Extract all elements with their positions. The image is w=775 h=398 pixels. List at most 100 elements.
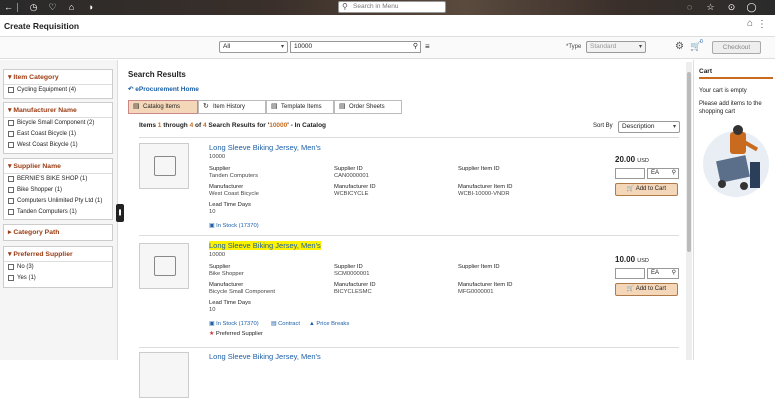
in-stock-link[interactable]: ▣ In Stock (17370)	[209, 223, 259, 229]
product-image[interactable]	[139, 143, 189, 189]
facet-option[interactable]: West Coast Bicycle (1)	[4, 140, 112, 151]
facet-option[interactable]: East Coast Bicycle (1)	[4, 129, 112, 140]
search-results-panel: Search Results ↶ eProcurement Home ▤ Cata…	[125, 60, 687, 398]
checkbox[interactable]	[8, 142, 14, 148]
supplier-value: Bike Shopper	[209, 271, 244, 277]
settings-icon[interactable]: ⚙	[675, 41, 684, 52]
favorites-icon[interactable]: ♡	[47, 2, 58, 13]
star-icon[interactable]: ☆	[705, 2, 716, 13]
search-icon[interactable]: ⚲	[672, 169, 676, 178]
home-icon[interactable]: ⌂	[747, 18, 753, 29]
preferred-supplier-badge: ★ Preferred Supplier	[209, 331, 263, 337]
item-id: 10000	[209, 252, 226, 258]
history-icon: ↻	[203, 103, 209, 110]
facet-manufacturer: ▾ Manufacturer Name Bicycle Small Compon…	[3, 102, 113, 154]
home-icon[interactable]: ⌂	[66, 2, 77, 13]
tab-catalog-items[interactable]: ▤ Catalog Items	[128, 100, 198, 114]
results-summary: Items 1 through 4 of 4 Search Results fo…	[139, 122, 327, 129]
facet-option[interactable]: Bicycle Small Component (2)	[4, 118, 112, 129]
history-icon[interactable]: ◷	[28, 2, 39, 13]
price: 20.00 USD	[615, 155, 649, 164]
cart-title: Cart	[699, 68, 773, 79]
back-arrow-icon[interactable]: ←	[3, 2, 14, 13]
image-placeholder-icon	[154, 156, 176, 176]
type-select[interactable]: Standard ▾	[586, 41, 646, 53]
item-id: 10000	[209, 154, 226, 160]
results-scrollbar[interactable]	[686, 62, 692, 360]
facet-option[interactable]: No (3)	[4, 262, 112, 273]
facet-option[interactable]: Yes (1)	[4, 273, 112, 284]
facet-header[interactable]: ▾ Manufacturer Name	[4, 103, 112, 118]
contract-link[interactable]: ▤ Contract	[271, 321, 300, 327]
cart-count-badge: 0	[700, 39, 703, 45]
checkbox[interactable]	[8, 120, 14, 126]
facet-header[interactable]: ▾ Preferred Supplier	[4, 247, 112, 262]
checkout-button[interactable]: Checkout	[712, 41, 761, 54]
scrollbar-thumb[interactable]	[687, 72, 691, 252]
search-menu-input[interactable]: ⚲ Search in Menu	[338, 1, 446, 13]
bell-icon[interactable]: ◌	[684, 2, 695, 13]
supplier-label: Supplier	[209, 166, 231, 172]
price-breaks-link[interactable]: ▲ Price Breaks	[309, 321, 349, 327]
results-heading: Search Results	[128, 70, 186, 79]
dashboard-icon[interactable]: ◑	[85, 2, 96, 13]
product-image[interactable]	[139, 243, 189, 289]
search-icon[interactable]: ⚲	[672, 269, 676, 278]
manufacturer-label: Manufacturer	[209, 282, 244, 288]
tab-order-sheets[interactable]: ▤ Order Sheets	[334, 100, 402, 114]
user-icon[interactable]: ◯	[746, 2, 757, 13]
quantity-input[interactable]	[615, 268, 645, 279]
facet-option[interactable]: Computers Unlimited Pty Ltd (1)	[4, 196, 112, 207]
checkbox[interactable]	[8, 187, 14, 193]
supplier-id-value: CAN0000001	[334, 173, 369, 179]
supplier-label: Supplier	[209, 264, 231, 270]
facet-preferred-supplier: ▾ Preferred Supplier No (3) Yes (1)	[3, 246, 113, 288]
chevron-down-icon: ▾	[638, 44, 642, 50]
product-name-link[interactable]: Long Sleeve Biking Jersey, Men's	[209, 143, 321, 152]
checkbox[interactable]	[8, 264, 14, 270]
checkbox[interactable]	[8, 131, 14, 137]
sort-by-select[interactable]: Description ▾	[618, 121, 680, 133]
facet-header[interactable]: ▾ Item Category	[4, 70, 112, 85]
empty-cart-illustration-icon	[703, 125, 769, 197]
filter-panel: ▾ Item Category Cycling Equipment (4) ▾ …	[0, 60, 118, 360]
tab-item-history[interactable]: ↻ Item History	[198, 100, 266, 114]
product-name-link[interactable]: Long Sleeve Biking Jersey, Men's	[209, 241, 321, 250]
supplier-item-id-label: Supplier Item ID	[458, 166, 500, 172]
keyword-search-input[interactable]: 10000 ⚲	[290, 41, 421, 53]
checkbox[interactable]	[8, 176, 14, 182]
search-scope-select[interactable]: All ▾	[219, 41, 288, 53]
checkbox[interactable]	[8, 209, 14, 215]
facet-option[interactable]: Tanden Computers (1)	[4, 207, 112, 218]
product-image[interactable]	[139, 352, 189, 398]
nav-bar-icon[interactable]: ⊙	[726, 2, 737, 13]
manufacturer-item-id-value: WCBI-10000-VNDR	[458, 191, 510, 197]
in-stock-link[interactable]: ▣ In Stock (17370)	[209, 321, 259, 327]
facet-header[interactable]: ▸ Category Path	[4, 225, 112, 239]
facet-option[interactable]: BERNIE'S BIKE SHOP (1)	[4, 174, 112, 185]
divider	[17, 3, 18, 12]
chevron-down-icon: ▾	[280, 44, 284, 50]
collapse-panel-handle[interactable]: ❚	[116, 204, 124, 222]
advanced-search-icon[interactable]: ≡	[425, 42, 430, 51]
tab-template-items[interactable]: ▤ Template Items	[266, 100, 334, 114]
quantity-input[interactable]	[615, 168, 645, 179]
facet-header[interactable]: ▾ Supplier Name	[4, 159, 112, 174]
checkbox[interactable]	[8, 198, 14, 204]
search-icon[interactable]: ⚲	[413, 42, 418, 52]
facet-option[interactable]: Bike Shopper (1)	[4, 185, 112, 196]
add-to-cart-button[interactable]: 🛒 Add to Cart	[615, 283, 678, 296]
facet-category-path: ▸ Category Path	[3, 224, 113, 241]
manufacturer-item-id-value: MFG0000001	[458, 289, 494, 295]
uom-input[interactable]: EA ⚲	[647, 268, 679, 279]
more-options-icon[interactable]: ⋮	[757, 19, 767, 30]
page-header: Create Requisition ⌂ ⋮	[0, 15, 775, 37]
add-to-cart-button[interactable]: 🛒 Add to Cart	[615, 183, 678, 196]
checkbox[interactable]	[8, 275, 14, 281]
facet-option[interactable]: Cycling Equipment (4)	[4, 85, 112, 96]
result-item: Long Sleeve Biking Jersey, Men's	[139, 347, 679, 398]
eprocurement-home-link[interactable]: ↶ eProcurement Home	[128, 85, 199, 93]
manufacturer-id-label: Manufacturer ID	[334, 282, 376, 288]
uom-input[interactable]: EA ⚲	[647, 168, 679, 179]
checkbox[interactable]	[8, 87, 14, 93]
